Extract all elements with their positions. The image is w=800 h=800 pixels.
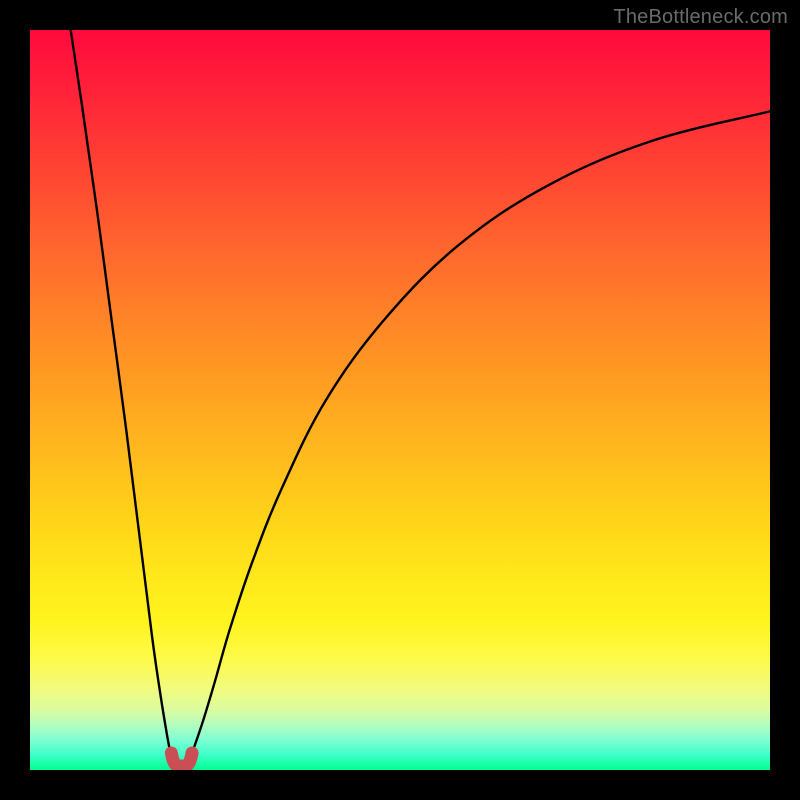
bottleneck-curve [71, 30, 770, 766]
chart-frame: TheBottleneck.com [0, 0, 800, 800]
curve-layer [30, 30, 770, 770]
plot-area [30, 30, 770, 770]
bottleneck-valley-marker [171, 753, 192, 766]
watermark-text: TheBottleneck.com [613, 6, 788, 29]
